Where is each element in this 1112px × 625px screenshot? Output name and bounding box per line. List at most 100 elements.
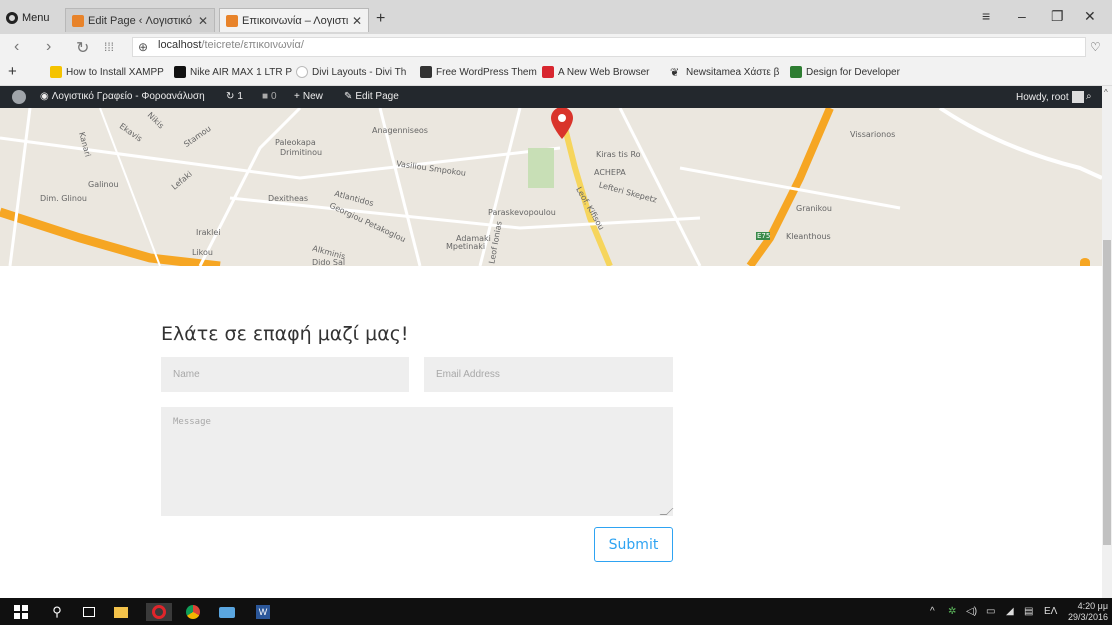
site-name-link[interactable]: ◉ Λογιστικό Γραφείο - Φοροανάλυση — [40, 91, 205, 102]
submit-button[interactable]: Submit — [594, 527, 673, 562]
add-bookmark-icon[interactable]: + — [8, 63, 17, 80]
map-label: Dim. Glinou — [40, 194, 87, 203]
howdy-account[interactable]: Howdy, root — [1016, 91, 1084, 103]
tab-title: Επικοινωνία – Λογιστικό Γ — [242, 14, 348, 27]
close-window-icon[interactable]: ✕ — [1084, 8, 1096, 25]
heart-bookmark-icon[interactable]: ♡ — [1090, 40, 1101, 54]
search-icon[interactable]: ⚲ — [48, 603, 66, 621]
map-label: ACHEPA — [594, 168, 626, 177]
map-label: Paleokapa — [275, 138, 316, 147]
url-path: /teicrete/επικοινωνία/ — [201, 39, 304, 51]
search-icon[interactable]: ⌕ — [1086, 91, 1092, 102]
clock-date: 29/3/2016 — [1068, 612, 1109, 622]
battery-icon[interactable]: ▭ — [986, 606, 995, 617]
globe-icon: ⊕ — [138, 40, 149, 54]
word-icon[interactable]: W — [254, 603, 272, 621]
dashboard-icon: ◉ — [40, 91, 49, 102]
bookmark-item[interactable]: A New Web Browser — [542, 66, 650, 78]
contact-title: Ελάτε σε επαφή μαζί μας! — [161, 323, 409, 345]
windows-start-icon[interactable] — [12, 603, 30, 621]
map-label: Anagenniseos — [372, 126, 428, 135]
nike-icon — [174, 66, 186, 78]
maximize-icon[interactable]: ❐ — [1051, 8, 1064, 25]
map-label: Kiras tis Ro — [596, 150, 641, 159]
task-view-icon[interactable] — [80, 603, 98, 621]
site-favicon-icon — [226, 14, 238, 27]
pencil-icon: ✎ — [344, 91, 353, 102]
wp-admin-bar: ◉ Λογιστικό Γραφείο - Φοροανάλυση ↻ 1 ■ 0 +… — [0, 86, 1112, 108]
map-label: Vissarionos — [850, 130, 896, 139]
map-label: Drimitinou — [280, 148, 323, 157]
reload-icon[interactable]: ↻ — [76, 38, 89, 58]
bookmark-item[interactable]: Nike AIR MAX 1 LTR P — [174, 66, 292, 78]
updates-icon: ↻ — [226, 91, 235, 102]
back-icon[interactable]: ‹ — [14, 38, 19, 56]
speed-dial-icon[interactable]: ⁞⁞⁞ — [104, 40, 114, 54]
comments-link[interactable]: ■ 0 — [262, 91, 277, 102]
tab-edit-page[interactable]: Edit Page ‹ Λογιστικό Γραφ ✕ — [65, 8, 215, 32]
map-label: Kleanthous — [786, 232, 831, 241]
bookmark-item[interactable]: How to Install XAMPP — [50, 66, 164, 78]
url-host: localhost — [158, 39, 202, 51]
comment-icon: ■ — [262, 91, 269, 102]
site-favicon-icon — [72, 14, 84, 27]
chrome-icon[interactable] — [184, 603, 202, 621]
new-tab-button[interactable]: + — [376, 10, 385, 28]
plus-icon: + — [294, 91, 300, 102]
design-icon — [790, 66, 802, 78]
bookmark-item[interactable]: Free WordPress Them — [420, 66, 537, 78]
map-label: Likou — [192, 248, 213, 257]
dropbox-icon[interactable]: ✲ — [948, 606, 956, 617]
bookmark-item[interactable]: ❦ Newsitamea Χάστε β — [670, 66, 779, 79]
clock-time: 4:20 μμ — [1077, 601, 1109, 611]
new-content-link[interactable]: + New — [294, 91, 323, 102]
menu-label: Menu — [22, 12, 50, 24]
map-label: Dido Sal — [312, 258, 346, 266]
bookmark-item[interactable]: Design for Developer — [790, 66, 900, 78]
scroll-up-icon[interactable]: ^ — [1104, 88, 1108, 97]
volume-icon[interactable]: ◁) — [966, 606, 977, 617]
wifi-icon[interactable]: ◢ — [1006, 606, 1014, 617]
taskbar-clock[interactable]: 4:20 μμ 29/3/2016 — [1068, 601, 1108, 623]
folder-icon[interactable] — [218, 603, 236, 621]
updates-link[interactable]: ↻ 1 — [226, 91, 243, 102]
edit-page-link[interactable]: ✎ Edit Page — [344, 91, 399, 102]
url-text[interactable]: localhost/teicrete/επικοινωνία/ — [158, 39, 304, 51]
forward-icon[interactable]: › — [46, 38, 51, 56]
map-label: Mpetinaki — [446, 242, 486, 251]
map-label: Galinou — [88, 180, 119, 189]
language-indicator[interactable]: ΕΛ — [1044, 606, 1057, 617]
tab-contact[interactable]: Επικοινωνία – Λογιστικό Γ ✕ — [219, 8, 369, 32]
map-label: Iraklei — [196, 228, 221, 237]
bookmarks-bar: + How to Install XAMPP Nike AIR MAX 1 LT… — [0, 60, 1112, 86]
message-textarea[interactable] — [161, 407, 673, 516]
xampp-icon — [50, 66, 62, 78]
opera-menu-button[interactable]: Menu — [6, 9, 50, 27]
newsitamea-icon: ❦ — [670, 67, 680, 78]
google-map[interactable]: Nikis Ekavis Kanari Stamou Paleokapa Dri… — [0, 108, 1102, 266]
name-input[interactable] — [161, 357, 409, 392]
scrollbar-thumb[interactable] — [1103, 240, 1111, 545]
tab-menu-icon[interactable]: ≡ — [982, 8, 990, 24]
tab-close-icon[interactable]: ✕ — [198, 14, 208, 28]
map-label: Dexitheas — [268, 194, 309, 203]
map-route-label: E75 — [757, 232, 771, 240]
tab-close-icon[interactable]: ✕ — [352, 14, 362, 28]
windows-taskbar: ⚲ W ^ ✲ ◁) ▭ ◢ ▤ ΕΛ — [0, 598, 1112, 625]
opera-logo-icon — [6, 12, 18, 24]
opera-taskbar-icon[interactable] — [146, 603, 172, 621]
bookmark-item[interactable]: Divi Layouts - Divi Th — [296, 66, 406, 78]
browser-tab-bar: Menu Edit Page ‹ Λογιστικό Γραφ ✕ Επικοι… — [0, 0, 1112, 34]
notifications-icon[interactable]: ▤ — [1024, 606, 1033, 617]
wp-logo-icon[interactable] — [12, 90, 26, 104]
file-explorer-icon[interactable] — [112, 603, 130, 621]
email-input[interactable] — [424, 357, 673, 392]
pegman-icon[interactable] — [1080, 258, 1090, 266]
map-label: Granikou — [796, 204, 832, 213]
tab-title: Edit Page ‹ Λογιστικό Γραφ — [88, 14, 194, 27]
minimize-icon[interactable]: – — [1018, 8, 1026, 24]
map-marker-icon[interactable] — [549, 108, 575, 140]
map-label: Paraskevopoulou — [488, 208, 556, 217]
avatar — [1071, 91, 1084, 103]
tray-chevron-icon[interactable]: ^ — [930, 606, 935, 617]
